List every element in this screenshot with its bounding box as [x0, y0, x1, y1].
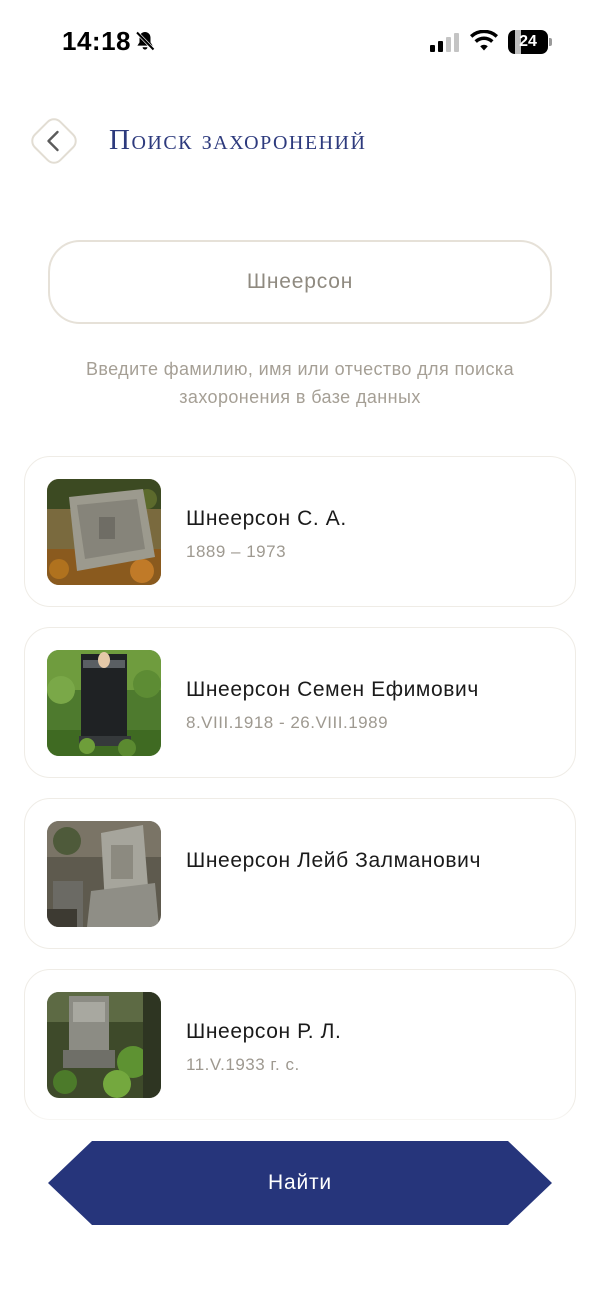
result-name: Шнеерсон Семен Ефимович [186, 678, 479, 701]
result-dates: 8.VIII.1918 - 26.VIII.1989 [186, 713, 389, 732]
list-fade [0, 1104, 600, 1134]
status-time: 14:18 [62, 26, 131, 56]
back-button[interactable] [24, 111, 84, 171]
search-input[interactable] [50, 242, 550, 322]
status-bar: 14:18 24 [0, 0, 600, 84]
grave-photo [47, 479, 161, 585]
result-card[interactable]: Шнеерсон С. А. 1889 – 1973 [24, 456, 576, 607]
find-button-label: Найти [268, 1171, 332, 1194]
results-list: Шнеерсон С. А. 1889 – 1973 Шнеерсон Семе… [24, 456, 576, 1140]
result-name: Шнеерсон Р. Л. [186, 1020, 342, 1043]
cellular-signal-icon [430, 33, 459, 52]
wifi-icon [470, 30, 498, 51]
result-card[interactable]: Шнеерсон Семен Ефимович 8.VIII.1918 - 26… [24, 627, 576, 778]
grave-photo [47, 992, 161, 1098]
battery-percent: 24 [519, 33, 537, 50]
result-card[interactable]: Шнеерсон Р. Л. 11.V.1933 г. с. [24, 969, 576, 1120]
result-dates: 11.V.1933 г. с. [186, 1055, 300, 1074]
grave-photo [47, 650, 161, 756]
grave-photo [47, 821, 161, 927]
battery-indicator: 24 [508, 30, 552, 54]
result-name: Шнеерсон С. А. [186, 507, 347, 530]
search-hint: Введите фамилию, имя или отчество для по… [85, 359, 514, 407]
result-dates: 1889 – 1973 [186, 542, 287, 561]
page-title: Поиск захоронений [109, 124, 367, 156]
bell-muted-icon [135, 31, 155, 51]
result-name: Шнеерсон Лейб Залманович [186, 849, 482, 872]
search-field[interactable] [48, 240, 552, 324]
find-button[interactable]: Найти [48, 1141, 552, 1225]
result-card[interactable]: Шнеерсон Лейб Залманович [24, 798, 576, 949]
